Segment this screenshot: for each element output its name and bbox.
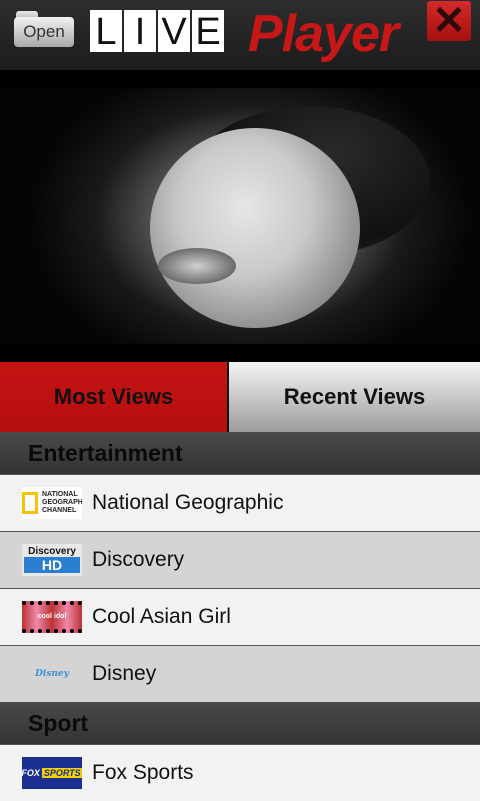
video-image-lips <box>158 248 236 284</box>
logo-letter: E <box>192 10 224 53</box>
list-item-national-geographic[interactable]: NATIONAL GEOGRAPHIC CHANNEL National Geo… <box>0 474 480 531</box>
national-geographic-icon: NATIONAL GEOGRAPHIC CHANNEL <box>22 487 82 519</box>
list-item-fox-sports[interactable]: FOX SPORTS Fox Sports <box>0 744 480 801</box>
list-item-label: Discovery <box>92 548 185 571</box>
tab-recent-views[interactable]: Recent Views <box>229 362 480 432</box>
video-player[interactable] <box>0 70 480 362</box>
discovery-hd-icon: Discovery HD <box>22 544 82 576</box>
close-button[interactable]: ✕ <box>427 1 471 41</box>
cool-asian-girl-icon: cool idol <box>22 601 82 633</box>
list-item-label: Disney <box>92 662 157 685</box>
list-item-discovery[interactable]: Discovery HD Discovery <box>0 531 480 588</box>
disney-icon: Disney <box>35 669 69 679</box>
channel-list: Entertainment NATIONAL GEOGRAPHIC CHANNE… <box>0 432 480 801</box>
list-item-label: Cool Asian Girl <box>92 605 231 628</box>
video-frame <box>0 88 480 344</box>
section-header-entertainment: Entertainment <box>0 432 480 474</box>
list-item-disney[interactable]: Disney Disney <box>0 645 480 702</box>
logo-live: L I V E <box>90 10 226 53</box>
section-header-sport: Sport <box>0 702 480 744</box>
open-button-label: Open <box>14 17 74 47</box>
video-image-face <box>150 128 360 328</box>
logo-player: Player <box>248 5 399 63</box>
logo-letter: V <box>158 10 190 53</box>
app-header: Open L I V E Player ✕ <box>0 0 480 70</box>
list-item-label: Fox Sports <box>92 761 194 784</box>
list-item-label: National Geographic <box>92 491 284 514</box>
list-item-cool-asian-girl[interactable]: cool idol Cool Asian Girl <box>0 588 480 645</box>
fox-sports-icon: FOX SPORTS <box>22 757 82 789</box>
open-button[interactable]: Open <box>14 11 74 47</box>
view-tabs: Most Views Recent Views <box>0 362 480 432</box>
logo-letter: L <box>90 10 122 53</box>
tab-most-views[interactable]: Most Views <box>0 362 229 432</box>
logo-letter: I <box>124 10 156 53</box>
